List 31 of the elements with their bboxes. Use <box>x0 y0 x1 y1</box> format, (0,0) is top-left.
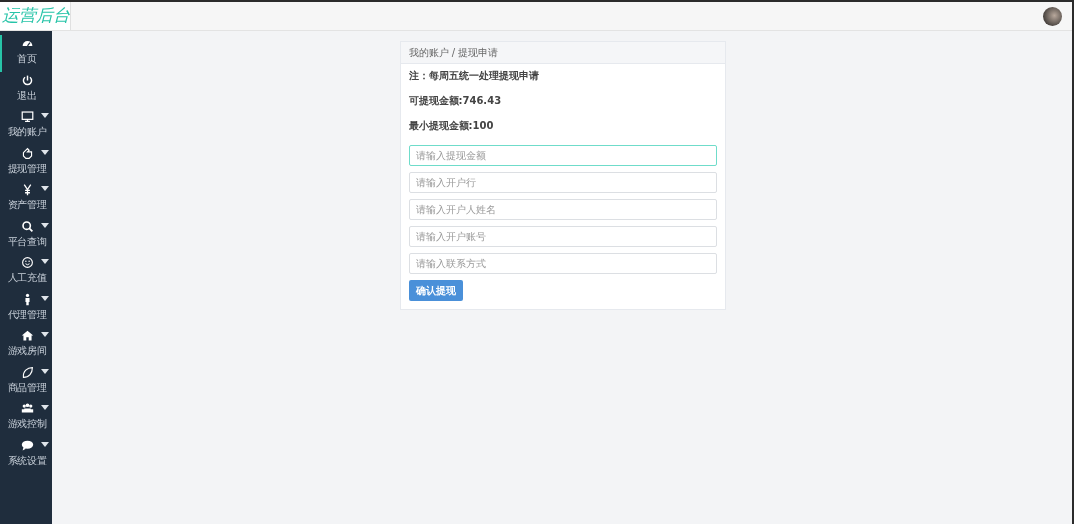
sidebar-item[interactable]: 商品管理 <box>0 363 52 400</box>
sidebar-item[interactable]: 退出 <box>0 71 52 108</box>
speech-bubble-icon <box>20 438 34 452</box>
note-text: 可提现金额:746.43 <box>408 95 503 106</box>
monitor-icon <box>20 110 34 123</box>
group-icon <box>20 402 34 415</box>
sidebar-item[interactable]: 人工充值 <box>0 254 52 291</box>
input-field[interactable]: 请输入提现金额 <box>408 145 717 166</box>
breadcrumb: 我的账户 / 提现申请 <box>400 42 725 64</box>
input-field[interactable]: 请输入开户账号 <box>408 226 717 247</box>
sidebar-item[interactable]: 资产管理 <box>0 181 52 218</box>
note-text: 注：每周五统一处理提现申请 <box>408 70 540 81</box>
logo-title: 运营后台 <box>0 2 71 30</box>
sidebar-item[interactable]: 我的账户 <box>0 108 52 145</box>
leaf-icon <box>20 365 34 379</box>
input-field[interactable]: 请输入开户人姓名 <box>408 199 717 220</box>
sidebar-item[interactable]: 提现管理 <box>0 144 52 181</box>
sidebar-item[interactable]: 系统设置 <box>0 436 52 473</box>
house-icon <box>20 329 34 342</box>
power-icon <box>20 73 34 87</box>
sidebar-item[interactable]: 代理管理 <box>0 290 52 327</box>
sidebar-item[interactable]: 首页 <box>0 35 52 72</box>
sidebar-item[interactable]: 游戏控制 <box>0 400 52 437</box>
note-text: 最小提现金额:100 <box>408 120 495 131</box>
sidebar-item[interactable]: 游戏房间 <box>0 327 52 364</box>
search-icon <box>20 219 34 233</box>
user-avatar[interactable] <box>1043 6 1062 26</box>
smiley-icon <box>20 256 34 269</box>
input-field[interactable]: 请输入开户行 <box>408 172 717 193</box>
input-field[interactable]: 请输入联系方式 <box>408 253 717 274</box>
sidebar-item[interactable]: 平台查询 <box>0 217 52 254</box>
